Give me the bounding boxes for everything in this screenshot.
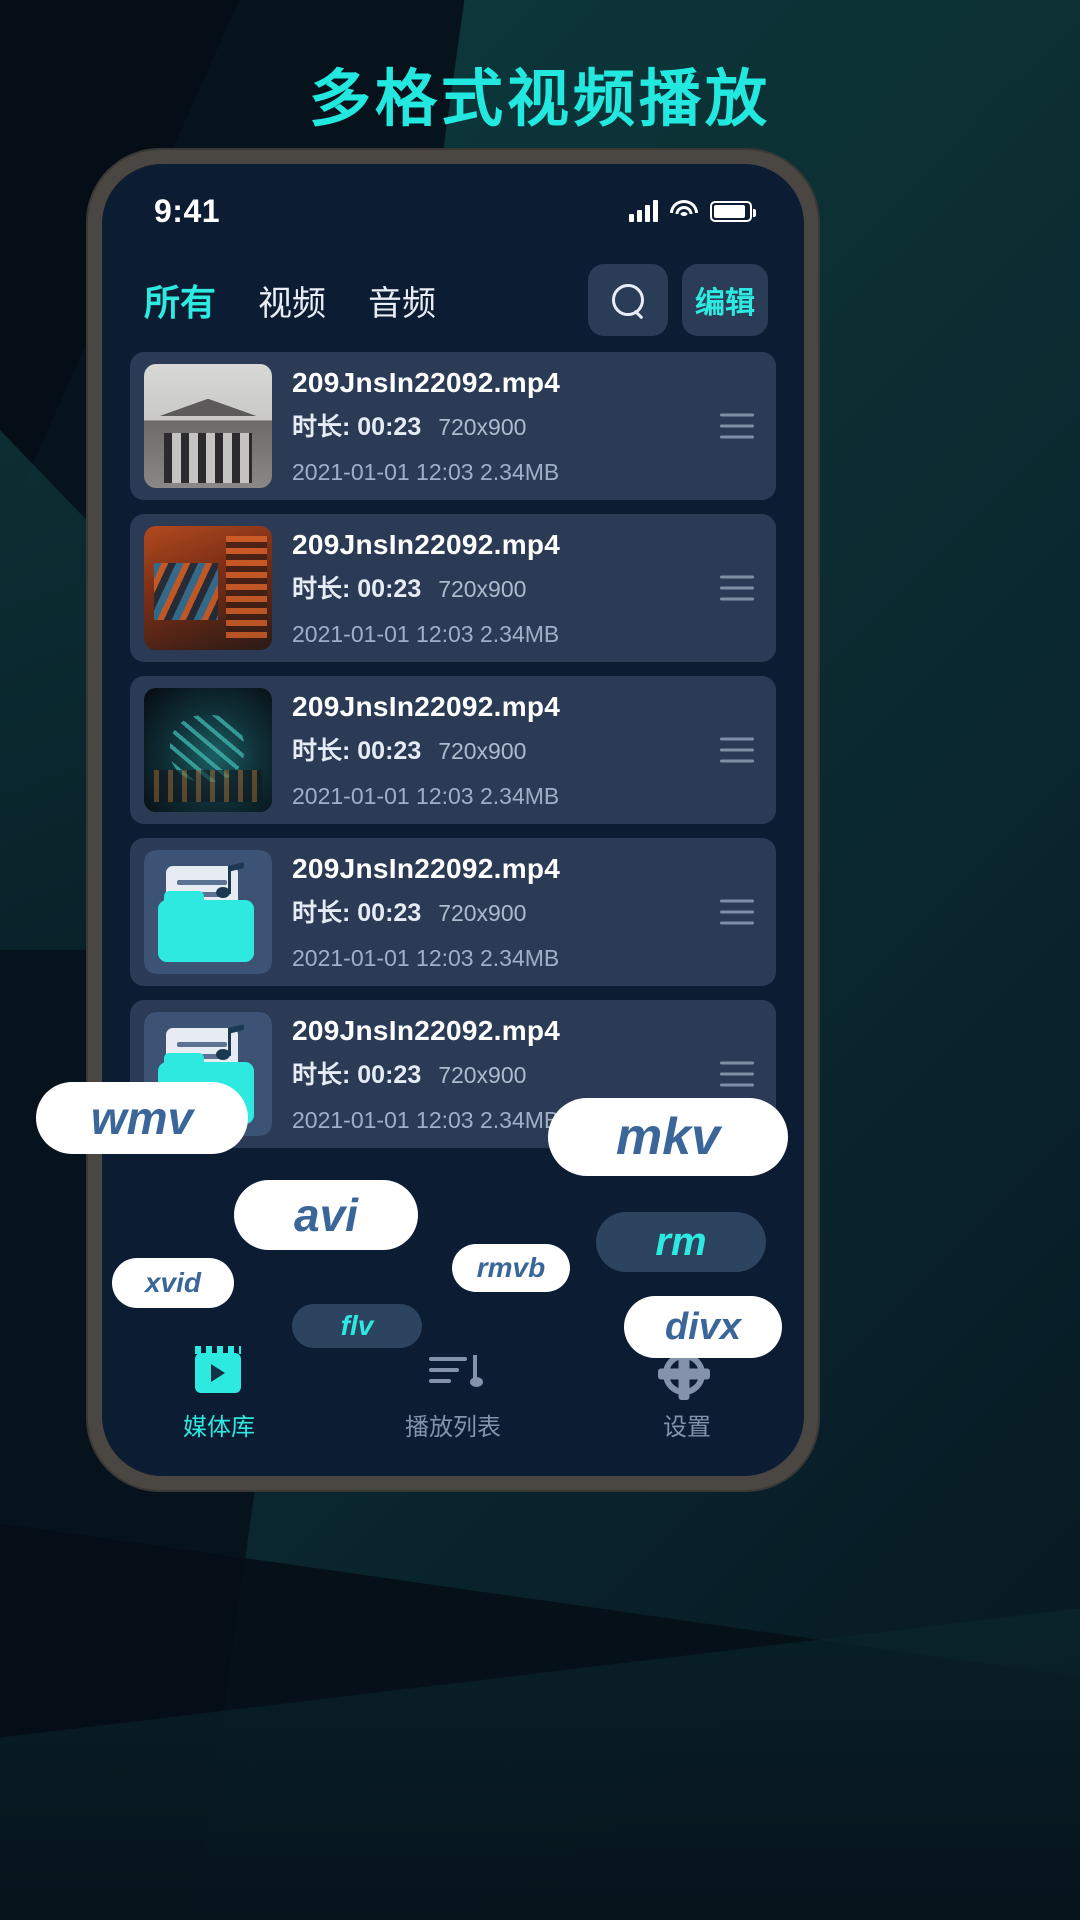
drag-handle-icon[interactable] bbox=[720, 899, 754, 925]
resolution-value: 720x900 bbox=[438, 575, 527, 602]
search-button[interactable] bbox=[588, 264, 668, 336]
file-size: 2.34MB bbox=[480, 782, 560, 809]
tab-all[interactable]: 所有 bbox=[144, 274, 216, 326]
duration-label: 时长: bbox=[292, 736, 351, 765]
duration-label: 时长: bbox=[292, 1060, 351, 1089]
file-time: 12:03 bbox=[416, 944, 474, 971]
file-size: 2.34MB bbox=[480, 1106, 560, 1133]
format-bubble-avi: avi bbox=[234, 1180, 418, 1250]
folder-icon bbox=[158, 891, 254, 962]
cellular-signal-icon bbox=[629, 200, 658, 222]
file-name: 209JnsIn22092.mp4 bbox=[292, 1014, 561, 1046]
file-time: 12:03 bbox=[416, 1106, 474, 1133]
media-list: 209JnsIn22092.mp4 时长: 00:23 720x900 2021… bbox=[102, 346, 804, 1148]
drag-handle-icon[interactable] bbox=[720, 413, 754, 439]
file-size: 2.34MB bbox=[480, 944, 560, 971]
nav-item-settings[interactable]: 设置 bbox=[570, 1352, 804, 1442]
file-time: 12:03 bbox=[416, 620, 474, 647]
wifi-icon bbox=[670, 200, 698, 222]
drag-handle-icon[interactable] bbox=[720, 737, 754, 763]
nav-label: 播放列表 bbox=[405, 1413, 501, 1441]
file-name: 209JnsIn22092.mp4 bbox=[292, 366, 561, 398]
format-bubble-mkv: mkv bbox=[548, 1098, 788, 1176]
resolution-value: 720x900 bbox=[438, 413, 527, 440]
edit-button[interactable]: 编辑 bbox=[682, 264, 768, 336]
list-item[interactable]: 209JnsIn22092.mp4 时长: 00:23 720x900 2021… bbox=[130, 838, 776, 986]
resolution-value: 720x900 bbox=[438, 737, 527, 764]
file-name: 209JnsIn22092.mp4 bbox=[292, 690, 561, 722]
page-title: 多格式视频播放 bbox=[308, 65, 771, 134]
file-name: 209JnsIn22092.mp4 bbox=[292, 528, 561, 560]
media-library-icon bbox=[195, 1345, 241, 1393]
search-icon bbox=[612, 284, 644, 316]
duration-label: 时长: bbox=[292, 574, 351, 603]
music-note-icon bbox=[212, 862, 246, 898]
format-bubble-wmv: wmv bbox=[36, 1082, 248, 1154]
nav-label: 设置 bbox=[663, 1413, 711, 1441]
tab-video[interactable]: 视频 bbox=[258, 276, 326, 325]
file-time: 12:03 bbox=[416, 782, 474, 809]
nav-item-playlist[interactable]: 播放列表 bbox=[336, 1353, 570, 1442]
drag-handle-icon[interactable] bbox=[720, 575, 754, 601]
library-header: 所有 视频 音频 编辑 bbox=[102, 242, 804, 346]
status-bar: 9:41 bbox=[102, 164, 804, 242]
duration-value: 00:23 bbox=[357, 736, 422, 765]
playlist-icon bbox=[429, 1353, 483, 1393]
music-note-icon bbox=[212, 1024, 246, 1060]
resolution-value: 720x900 bbox=[438, 1061, 527, 1088]
tab-audio[interactable]: 音频 bbox=[368, 276, 436, 325]
audio-file-icon bbox=[144, 850, 272, 974]
duration-label: 时长: bbox=[292, 898, 351, 927]
file-date: 2021-01-01 bbox=[292, 458, 410, 485]
nav-item-media-library[interactable]: 媒体库 bbox=[102, 1345, 336, 1442]
file-name: 209JnsIn22092.mp4 bbox=[292, 852, 561, 884]
format-bubble-xvid: xvid bbox=[112, 1258, 234, 1308]
list-item[interactable]: 209JnsIn22092.mp4 时长: 00:23 720x900 2021… bbox=[130, 514, 776, 662]
street-photo-thumb bbox=[144, 526, 272, 650]
file-time: 12:03 bbox=[416, 458, 474, 485]
settings-gear-icon bbox=[663, 1352, 705, 1395]
file-date: 2021-01-01 bbox=[292, 1106, 410, 1133]
duration-value: 00:23 bbox=[357, 574, 422, 603]
format-bubble-rmvb: rmvb bbox=[452, 1244, 570, 1292]
duration-value: 00:23 bbox=[357, 1060, 422, 1089]
drag-handle-icon[interactable] bbox=[720, 1061, 754, 1087]
duration-value: 00:23 bbox=[357, 412, 422, 441]
file-size: 2.34MB bbox=[480, 458, 560, 485]
format-bubble-divx: divx bbox=[624, 1296, 782, 1358]
format-bubble-flv: flv bbox=[292, 1304, 422, 1348]
status-time: 9:41 bbox=[154, 192, 221, 229]
dark-scene-thumb bbox=[144, 688, 272, 812]
building-photo-thumb bbox=[144, 364, 272, 488]
nav-label: 媒体库 bbox=[183, 1413, 255, 1441]
battery-icon bbox=[710, 200, 756, 222]
filter-tabs: 所有 视频 音频 bbox=[144, 274, 574, 326]
duration-value: 00:23 bbox=[357, 898, 422, 927]
resolution-value: 720x900 bbox=[438, 899, 527, 926]
file-date: 2021-01-01 bbox=[292, 944, 410, 971]
file-date: 2021-01-01 bbox=[292, 620, 410, 647]
duration-label: 时长: bbox=[292, 412, 351, 441]
format-bubble-rm: rm bbox=[596, 1212, 766, 1272]
file-date: 2021-01-01 bbox=[292, 782, 410, 809]
list-item[interactable]: 209JnsIn22092.mp4 时长: 00:23 720x900 2021… bbox=[130, 676, 776, 824]
file-size: 2.34MB bbox=[480, 620, 560, 647]
list-item[interactable]: 209JnsIn22092.mp4 时长: 00:23 720x900 2021… bbox=[130, 352, 776, 500]
